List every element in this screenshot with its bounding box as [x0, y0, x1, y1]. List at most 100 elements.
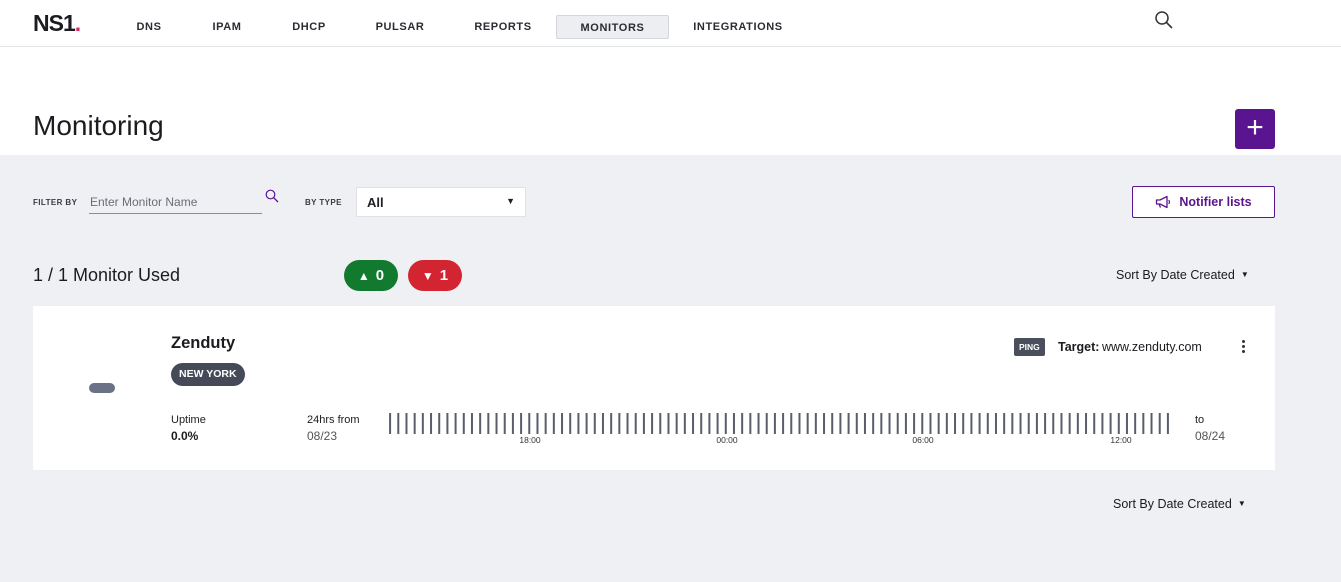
monitors-up-badge[interactable]: ▲ 0 [344, 260, 398, 291]
uptime-bar[interactable] [880, 413, 883, 434]
uptime-bar[interactable] [470, 413, 473, 434]
uptime-bar[interactable] [438, 413, 441, 434]
uptime-bar[interactable] [1109, 413, 1112, 434]
uptime-bar[interactable] [790, 413, 793, 434]
uptime-bar[interactable] [667, 413, 670, 434]
monitor-card[interactable]: Zenduty NEW YORK PING Target: www.zendut… [33, 306, 1275, 470]
uptime-bar[interactable] [454, 413, 457, 434]
uptime-bar[interactable] [872, 413, 875, 434]
uptime-bar[interactable] [937, 413, 940, 434]
uptime-bar[interactable] [405, 413, 408, 434]
uptime-bar[interactable] [626, 413, 629, 434]
uptime-bar[interactable] [978, 413, 981, 434]
uptime-bar[interactable] [962, 413, 965, 434]
uptime-bar[interactable] [945, 413, 948, 434]
monitor-name[interactable]: Zenduty [171, 334, 235, 353]
nav-tab-dhcp[interactable]: DHCP [285, 15, 333, 39]
monitor-type-select[interactable]: All ▼ [356, 187, 526, 217]
nav-tab-monitors[interactable]: MONITORS [556, 15, 669, 39]
uptime-bar[interactable] [1076, 413, 1079, 434]
uptime-bar[interactable] [994, 413, 997, 434]
uptime-bar[interactable] [487, 413, 490, 434]
uptime-bar[interactable] [511, 413, 514, 434]
uptime-bar[interactable] [544, 413, 547, 434]
uptime-bar[interactable] [863, 413, 866, 434]
notifier-lists-button[interactable]: Notifier lists [1132, 186, 1275, 218]
uptime-bar[interactable] [593, 413, 596, 434]
uptime-bar[interactable] [847, 413, 850, 434]
uptime-bar[interactable] [1101, 413, 1104, 434]
uptime-bar[interactable] [839, 413, 842, 434]
uptime-bar[interactable] [888, 413, 891, 434]
uptime-bar[interactable] [798, 413, 801, 434]
uptime-bar[interactable] [1166, 413, 1169, 434]
uptime-bar[interactable] [831, 413, 834, 434]
ns1-logo[interactable]: NS1. [33, 10, 81, 37]
more-options-icon[interactable] [1236, 340, 1250, 356]
uptime-bar[interactable] [430, 413, 433, 434]
uptime-bar[interactable] [741, 413, 744, 434]
uptime-bar[interactable] [1085, 413, 1088, 434]
uptime-bar[interactable] [659, 413, 662, 434]
uptime-bar[interactable] [552, 413, 555, 434]
uptime-bar[interactable] [1134, 413, 1137, 434]
nav-tab-dns[interactable]: DNS [126, 15, 172, 39]
uptime-bar[interactable] [765, 413, 768, 434]
uptime-bar[interactable] [495, 413, 498, 434]
uptime-bar[interactable] [446, 413, 449, 434]
uptime-bar[interactable] [462, 413, 465, 434]
uptime-bar[interactable] [782, 413, 785, 434]
uptime-bar[interactable] [970, 413, 973, 434]
uptime-bar[interactable] [561, 413, 564, 434]
uptime-bar[interactable] [536, 413, 539, 434]
uptime-bar[interactable] [708, 413, 711, 434]
uptime-bar[interactable] [732, 413, 735, 434]
uptime-bar[interactable] [683, 413, 686, 434]
uptime-bar[interactable] [1003, 413, 1006, 434]
uptime-bar[interactable] [569, 413, 572, 434]
uptime-bar[interactable] [1027, 413, 1030, 434]
uptime-bar[interactable] [634, 413, 637, 434]
uptime-bar[interactable] [913, 413, 916, 434]
uptime-bar[interactable] [749, 413, 752, 434]
sort-dropdown-bottom[interactable]: Sort By Date Created ▼ [1113, 497, 1246, 511]
nav-tab-ipam[interactable]: IPAM [204, 15, 250, 39]
uptime-bar[interactable] [692, 413, 695, 434]
uptime-bar[interactable] [1019, 413, 1022, 434]
uptime-bar[interactable] [618, 413, 621, 434]
uptime-bar[interactable] [806, 413, 809, 434]
monitor-name-filter-input[interactable] [89, 190, 262, 214]
uptime-bar[interactable] [528, 413, 531, 434]
uptime-bar[interactable] [577, 413, 580, 434]
uptime-bar[interactable] [896, 413, 899, 434]
uptime-bar[interactable] [503, 413, 506, 434]
uptime-bar[interactable] [1158, 413, 1161, 434]
filter-search-icon[interactable] [265, 189, 279, 203]
uptime-bar[interactable] [921, 413, 924, 434]
uptime-bar[interactable] [773, 413, 776, 434]
uptime-bar[interactable] [716, 413, 719, 434]
uptime-bar[interactable] [413, 413, 416, 434]
uptime-bar[interactable] [1150, 413, 1153, 434]
uptime-bar[interactable] [1117, 413, 1120, 434]
uptime-bar[interactable] [520, 413, 523, 434]
uptime-bar[interactable] [724, 413, 727, 434]
uptime-bar[interactable] [1052, 413, 1055, 434]
uptime-bar[interactable] [1060, 413, 1063, 434]
uptime-bar[interactable] [700, 413, 703, 434]
uptime-bar[interactable] [1125, 413, 1128, 434]
nav-tab-integrations[interactable]: INTEGRATIONS [689, 15, 787, 39]
uptime-bar[interactable] [855, 413, 858, 434]
uptime-bar[interactable] [1093, 413, 1096, 434]
uptime-bar[interactable] [1142, 413, 1145, 434]
uptime-bar[interactable] [675, 413, 678, 434]
add-monitor-button[interactable]: + [1235, 109, 1275, 149]
uptime-bar[interactable] [610, 413, 613, 434]
uptime-bar[interactable] [1035, 413, 1038, 434]
uptime-bar[interactable] [929, 413, 932, 434]
uptime-bar[interactable] [1068, 413, 1071, 434]
search-icon[interactable] [1154, 10, 1174, 30]
uptime-bar[interactable] [397, 413, 400, 434]
nav-tab-reports[interactable]: REPORTS [467, 15, 539, 39]
uptime-history-bars[interactable] [386, 413, 1172, 437]
